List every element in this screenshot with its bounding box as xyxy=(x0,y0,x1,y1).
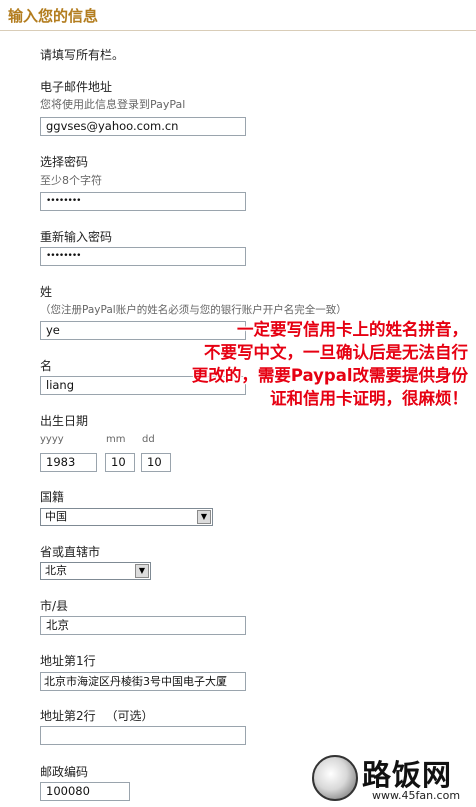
watermark-name: 路饭网 xyxy=(362,758,453,792)
last-name-hint: （您注册PayPal账户的姓名必须与您的银行账户开户名完全一致） xyxy=(40,304,347,316)
chevron-down-icon[interactable]: ▼ xyxy=(197,510,211,524)
annotation-line: 不要写中文，一旦确认后是无法自行 xyxy=(204,343,468,362)
email-label: 电子邮件地址 xyxy=(40,80,113,94)
birthday-month-input[interactable]: 10 xyxy=(105,453,135,472)
email-input[interactable]: ggvses@yahoo.com.cn xyxy=(40,117,246,136)
watermark-url: www.45fan.com xyxy=(372,789,461,802)
address1-label: 地址第1行 xyxy=(40,654,96,668)
annotation-line: 一定要写信用卡上的姓名拼音， xyxy=(237,320,468,339)
birthday-label: 出生日期 xyxy=(40,414,89,428)
nationality-select[interactable]: 中国 ▼ xyxy=(40,508,213,526)
annotation-line: 证和信用卡证明，很麻烦！ xyxy=(270,389,468,408)
birthday-month-label: mm xyxy=(106,434,126,445)
password-label: 选择密码 xyxy=(40,155,89,169)
address2-optional: （可选） xyxy=(105,709,154,723)
first-name-label: 名 xyxy=(40,359,53,373)
password-input[interactable]: •••••••• xyxy=(40,192,246,211)
page-title: 输入您的信息 xyxy=(8,7,99,25)
annotation-line: 更改的，需要Paypal改需要提供身份 xyxy=(191,366,468,385)
province-value: 北京 xyxy=(45,564,67,577)
postcode-input[interactable]: 100080 xyxy=(40,782,130,801)
birthday-year-label: yyyy xyxy=(40,434,64,445)
address2-label-text: 地址第2行 xyxy=(40,709,96,723)
last-name-label: 姓 xyxy=(40,285,53,299)
nationality-value: 中国 xyxy=(45,510,67,523)
city-input[interactable]: 北京 xyxy=(40,616,246,635)
city-label: 市/县 xyxy=(40,599,69,613)
confirm-password-label: 重新输入密码 xyxy=(40,230,113,244)
nationality-label: 国籍 xyxy=(40,490,65,504)
disc-logo-icon xyxy=(312,755,358,801)
address1-input[interactable]: 北京市海淀区丹棱街3号中国电子大厦 xyxy=(40,672,246,691)
address2-label: 地址第2行 （可选） xyxy=(40,707,153,724)
address2-input[interactable] xyxy=(40,726,246,745)
annotation-note: 一定要写信用卡上的姓名拼音， 不要写中文，一旦确认后是无法自行 更改的，需要Pa… xyxy=(150,318,468,410)
birthday-year-input[interactable]: 1983 xyxy=(40,453,97,472)
birthday-day-label: dd xyxy=(142,434,155,445)
birthday-day-input[interactable]: 10 xyxy=(141,453,171,472)
confirm-password-input[interactable]: •••••••• xyxy=(40,247,246,266)
province-select[interactable]: 北京 ▼ xyxy=(40,562,151,580)
form-instruction: 请填写所有栏。 xyxy=(40,48,125,62)
postcode-label: 邮政编码 xyxy=(40,765,89,779)
page-header: 输入您的信息 xyxy=(0,0,476,31)
province-label: 省或直辖市 xyxy=(40,545,101,559)
password-hint: 至少8个字符 xyxy=(40,174,102,187)
chevron-down-icon[interactable]: ▼ xyxy=(135,564,149,578)
email-hint: 您将使用此信息登录到PayPal xyxy=(40,98,186,111)
